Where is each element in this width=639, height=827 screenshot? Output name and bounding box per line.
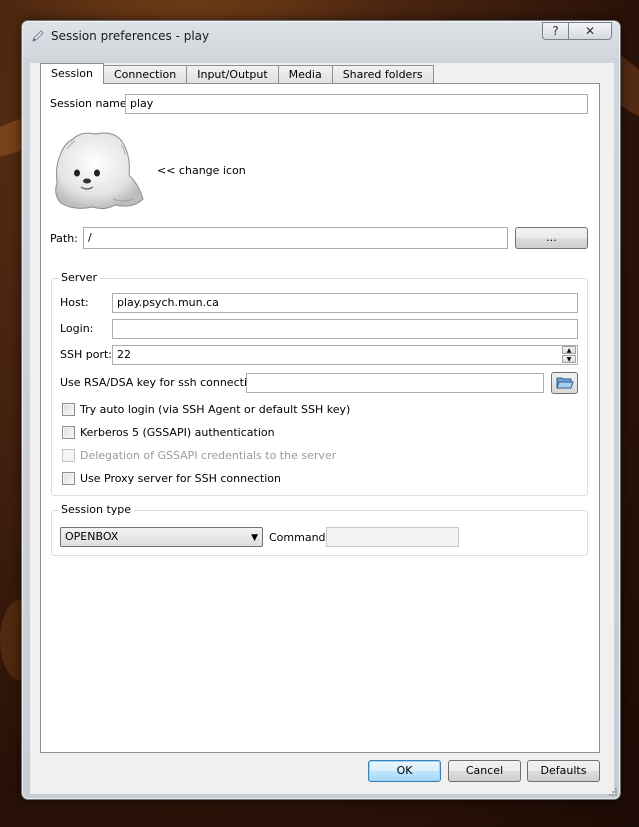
- window-title: Session preferences - play: [51, 29, 210, 43]
- tab-media[interactable]: Media: [277, 65, 333, 83]
- gssapi-delegation-checkbox: Delegation of GSSAPI credentials to the …: [62, 449, 336, 462]
- tab-session[interactable]: Session: [40, 63, 104, 84]
- command-label: Command:: [269, 531, 330, 544]
- auto-login-label: Try auto login (via SSH Agent or default…: [80, 403, 351, 416]
- help-button[interactable]: ?: [542, 22, 569, 40]
- login-input[interactable]: [112, 319, 578, 339]
- host-label: Host:: [60, 296, 89, 309]
- path-label: Path:: [50, 232, 78, 245]
- checkbox-box[interactable]: [62, 403, 75, 416]
- auto-login-checkbox[interactable]: Try auto login (via SSH Agent or default…: [62, 403, 350, 416]
- kerberos-label: Kerberos 5 (GSSAPI) authentication: [80, 426, 275, 439]
- kerberos-checkbox[interactable]: Kerberos 5 (GSSAPI) authentication: [62, 426, 275, 439]
- command-input: [326, 527, 459, 547]
- change-icon-label[interactable]: << change icon: [157, 164, 246, 177]
- checkbox-box: [62, 449, 75, 462]
- ssh-port-input[interactable]: 22: [112, 345, 578, 365]
- rsa-key-input[interactable]: [246, 373, 544, 393]
- open-folder-icon: [555, 377, 574, 389]
- checkbox-box[interactable]: [62, 472, 75, 485]
- help-icon: ?: [552, 24, 559, 38]
- tab-shared-folders[interactable]: Shared folders: [331, 65, 434, 83]
- path-input[interactable]: /: [83, 227, 508, 249]
- pencil-icon: [32, 30, 44, 42]
- spin-up-icon[interactable]: ▲: [562, 346, 576, 354]
- login-label: Login:: [60, 322, 94, 335]
- session-type-group-title: Session type: [58, 503, 135, 516]
- rsa-key-label: Use RSA/DSA key for ssh connection:: [60, 376, 265, 389]
- tab-input-output[interactable]: Input/Output: [186, 65, 279, 83]
- close-icon: ✕: [584, 24, 596, 38]
- session-name-label: Session name:: [50, 97, 131, 110]
- browse-path-button[interactable]: ...: [515, 227, 588, 249]
- session-name-input[interactable]: play: [125, 94, 588, 114]
- cancel-button[interactable]: Cancel: [448, 760, 521, 782]
- caption-buttons: ? ✕: [542, 22, 612, 40]
- checkbox-box[interactable]: [62, 426, 75, 439]
- dialog-client-area: Session Connection Input/Output Media Sh…: [30, 63, 614, 794]
- host-input[interactable]: play.psych.mun.ca: [112, 293, 578, 313]
- ssh-port-spinner[interactable]: ▲ ▼: [562, 346, 576, 364]
- proxy-label: Use Proxy server for SSH connection: [80, 472, 281, 485]
- ok-button[interactable]: OK: [368, 760, 441, 782]
- session-preferences-dialog: Session preferences - play ? ✕ Session C…: [21, 20, 621, 800]
- tab-connection[interactable]: Connection: [102, 65, 188, 83]
- session-type-value: OPENBOX: [65, 530, 119, 543]
- resize-grip-icon[interactable]: [608, 787, 618, 797]
- proxy-checkbox[interactable]: Use Proxy server for SSH connection: [62, 472, 281, 485]
- defaults-button[interactable]: Defaults: [527, 760, 600, 782]
- session-type-select[interactable]: OPENBOX ▼: [60, 527, 263, 547]
- server-group-title: Server: [58, 271, 101, 284]
- title-bar[interactable]: Session preferences - play ? ✕: [22, 21, 620, 51]
- spin-down-icon[interactable]: ▼: [562, 355, 576, 363]
- seal-mascot-icon[interactable]: [53, 129, 145, 211]
- gssapi-delegation-label: Delegation of GSSAPI credentials to the …: [80, 449, 337, 462]
- tab-bar: Session Connection Input/Output Media Sh…: [40, 63, 434, 84]
- chevron-down-icon: ▼: [251, 533, 258, 543]
- close-button[interactable]: ✕: [569, 22, 612, 40]
- ssh-port-label: SSH port:: [60, 348, 112, 361]
- session-tab-page: Session name: play << change icon Path: …: [40, 83, 600, 753]
- rsa-key-browse-button[interactable]: [551, 372, 578, 394]
